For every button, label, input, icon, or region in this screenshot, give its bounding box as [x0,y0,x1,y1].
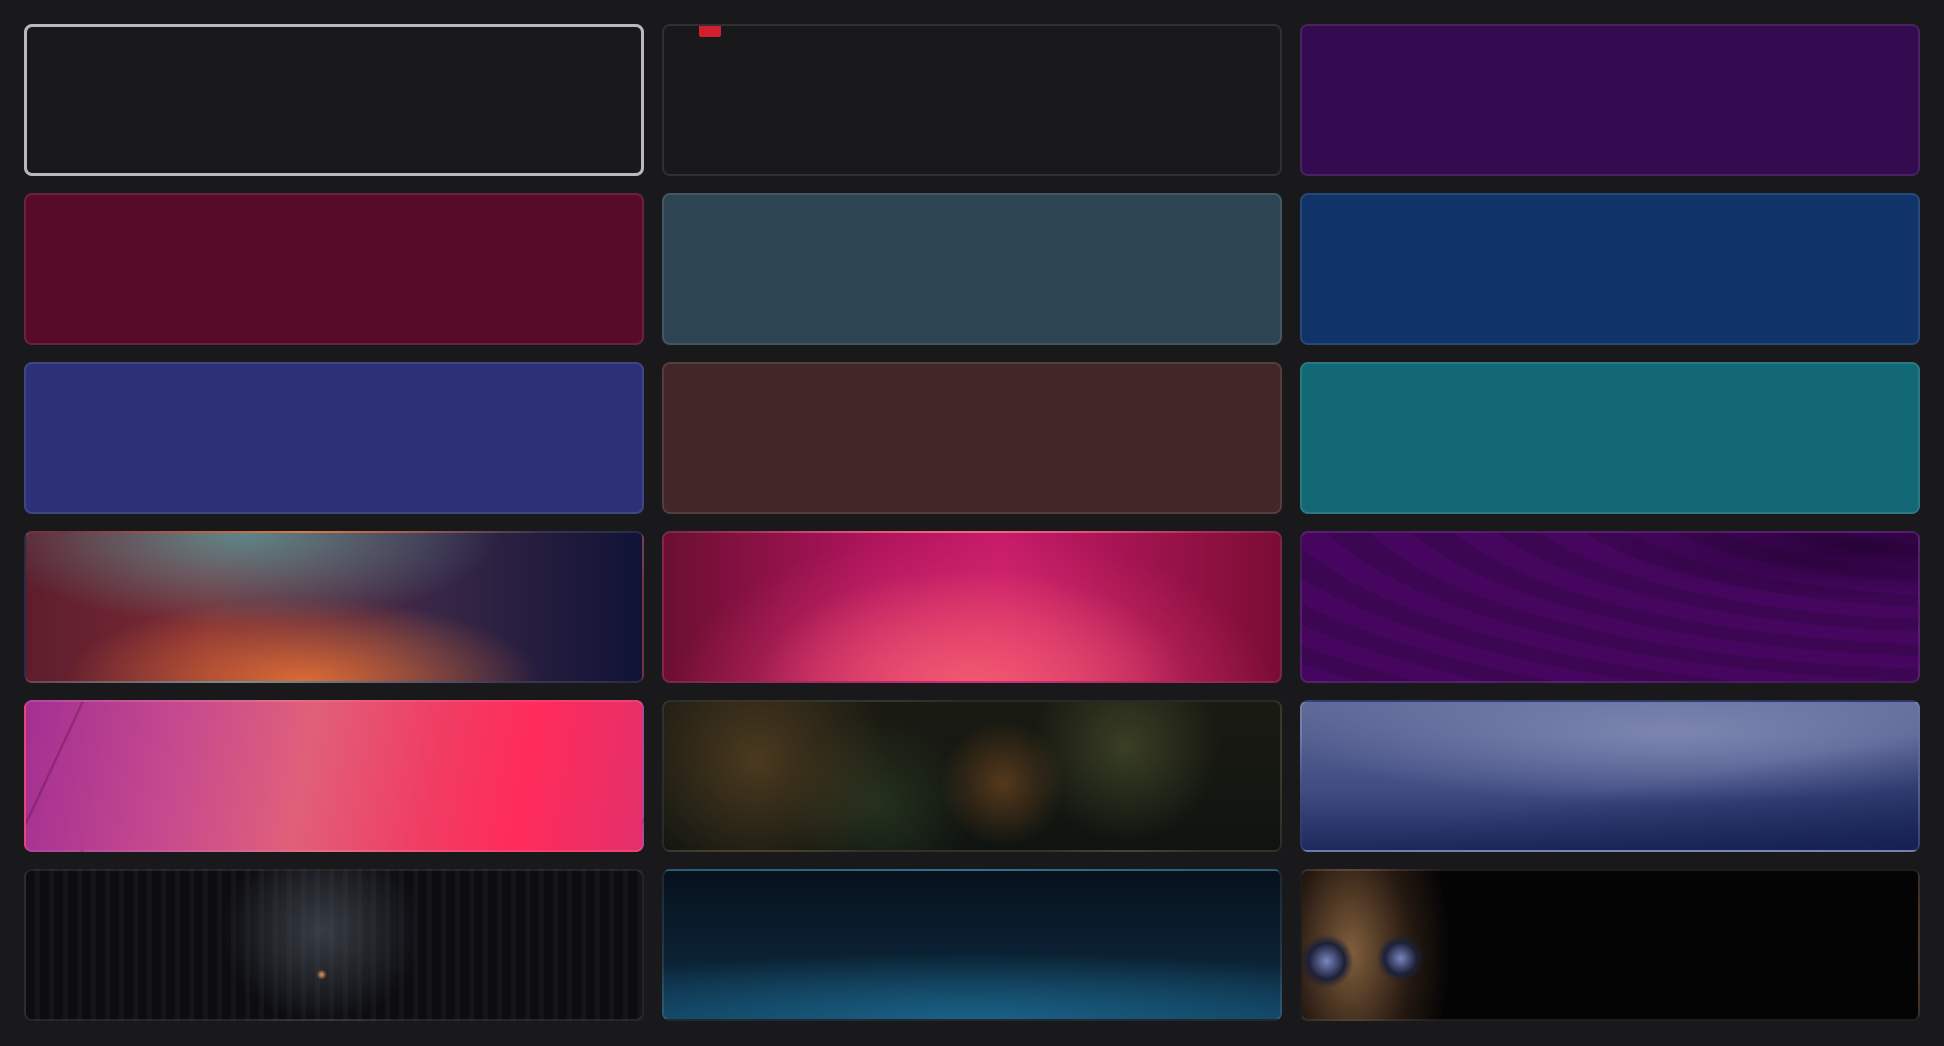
wallpaper-pink-gradient[interactable] [662,531,1282,683]
wallpaper-brown[interactable] [662,362,1282,514]
wallpaper-slate[interactable] [662,193,1282,345]
wallpaper-purple[interactable] [1300,24,1920,176]
wallpaper-dark-forest[interactable] [24,869,644,1021]
wallpaper-crimson[interactable] [24,193,644,345]
wallpaper-black-selected[interactable] [24,24,644,176]
wallpaper-cat-eyes[interactable] [1300,869,1920,1021]
wallpaper-indigo[interactable] [24,362,644,514]
wallpaper-teal[interactable] [1300,362,1920,514]
wallpaper-sunset-gradient[interactable] [24,531,644,683]
wallpaper-grid [24,24,1920,1021]
active-marker [699,26,721,37]
wallpaper-black-marked[interactable] [662,24,1282,176]
wallpaper-underwater[interactable] [662,869,1282,1021]
wallpaper-jungle-leaves[interactable] [662,700,1282,852]
wallpaper-purple-waves[interactable] [1300,531,1920,683]
wallpaper-pink-panels[interactable] [24,700,644,852]
wallpaper-misty-mountains[interactable] [1300,700,1920,852]
wallpaper-navy[interactable] [1300,193,1920,345]
